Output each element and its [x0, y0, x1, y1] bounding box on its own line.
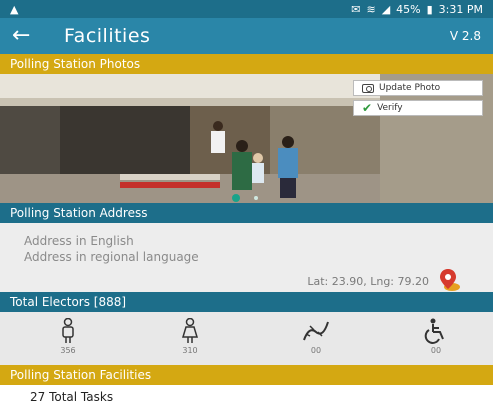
app-version: V 2.8: [449, 29, 481, 43]
verify-label: Verify: [377, 103, 403, 113]
status-bar: ▲ ✉ ≋ ◢ 45% ▮ 3:31 PM: [0, 0, 493, 18]
battery-icon: ▮: [426, 2, 433, 16]
page-title: Facilities: [64, 25, 151, 47]
facilities-section-header: Polling Station Facilities: [0, 365, 493, 385]
update-photo-button[interactable]: Update Photo: [353, 80, 483, 96]
status-indicators: ✉ ≋ ◢ 45% ▮ 3:31 PM: [351, 3, 483, 16]
disabled-count: 00: [430, 346, 442, 355]
male-voter-icon: [62, 318, 74, 343]
electors-row: 356 310 00 00: [0, 312, 493, 365]
address-regional: Address in regional language: [24, 250, 199, 264]
photos-section-header: Polling Station Photos: [0, 54, 493, 74]
address-english: Address in English: [24, 234, 134, 248]
total-tasks: 27 Total Tasks: [30, 390, 114, 403]
warning-icon: ▲: [10, 2, 19, 16]
signal-icon: ◢: [381, 2, 391, 16]
mail-icon: ✉: [351, 2, 361, 16]
wheelchair-icon: [424, 318, 444, 344]
lat-lng-text: Lat: 23.90, Lng: 79.20: [307, 275, 429, 288]
third-gender-count: 00: [310, 346, 322, 355]
app-bar: ← Facilities V 2.8: [0, 18, 493, 54]
checkmark-icon: ✔: [362, 101, 373, 115]
wifi-icon: ≋: [366, 2, 376, 16]
verify-button[interactable]: ✔ Verify: [353, 100, 483, 116]
female-count: 310: [182, 346, 198, 355]
male-count: 356: [60, 346, 76, 355]
electors-section-header: Total Electors [888]: [0, 292, 493, 312]
male-electors: 356: [48, 318, 88, 355]
location-pin-icon[interactable]: [437, 267, 463, 293]
third-gender-electors: 00: [296, 318, 336, 355]
back-arrow-icon[interactable]: ←: [12, 25, 44, 47]
camera-icon: [362, 83, 374, 93]
battery-level: 45%: [396, 2, 421, 16]
address-section-header: Polling Station Address: [0, 203, 493, 223]
third-gender-icon: [303, 321, 329, 341]
address-block: Address in English Address in regional l…: [0, 223, 493, 292]
status-time: 3:31 PM: [438, 2, 483, 16]
disabled-electors: 00: [416, 318, 456, 355]
female-voter-icon: [181, 318, 199, 343]
update-photo-label: Update Photo: [379, 83, 441, 93]
female-electors: 310: [170, 318, 210, 355]
